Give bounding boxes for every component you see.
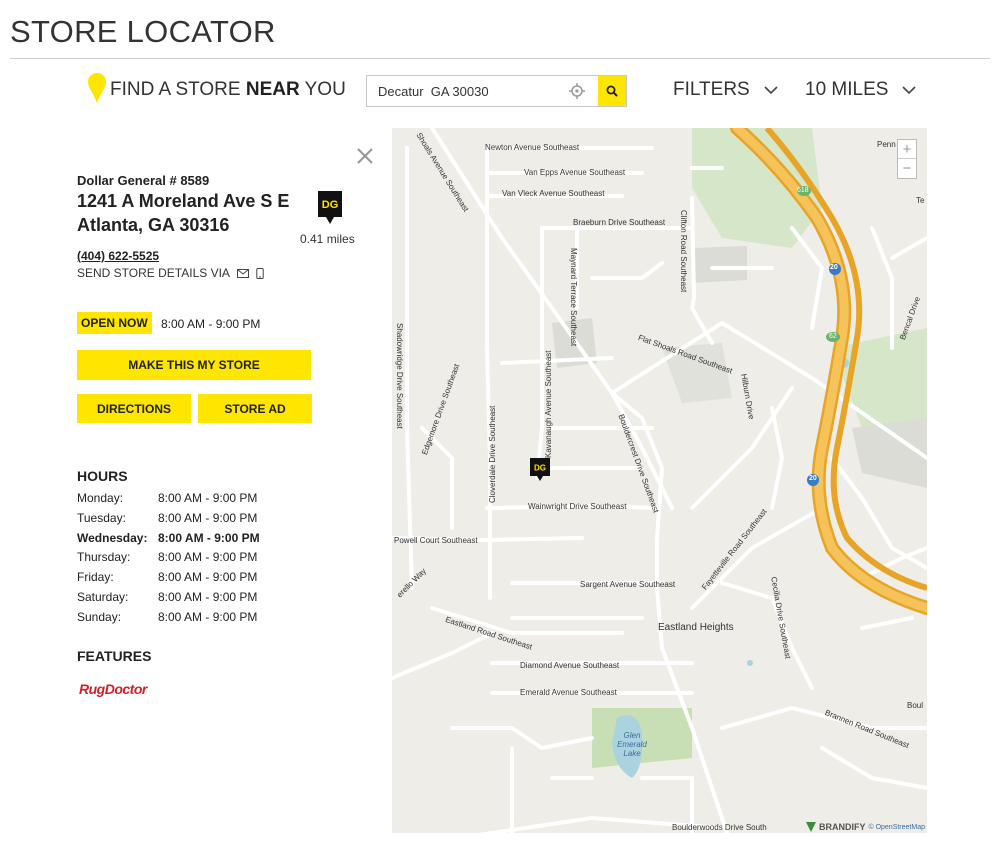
hours-time: 8:00 AM - 9:00 PM — [158, 510, 258, 525]
dg-logo-marker: DG — [318, 191, 342, 230]
zoom-controls: + − — [897, 139, 917, 179]
map-label-powell: Powell Court Southeast — [394, 536, 478, 545]
hours-day: Wednesday: — [77, 530, 148, 545]
find-store-label: FIND A STORE NEAR YOU — [110, 79, 346, 101]
osm-attribution[interactable]: © OpenStreetMap — [868, 824, 925, 831]
map-label-boulderwoods: Boulderwoods Drive South — [672, 823, 767, 832]
filters-dropdown[interactable]: FILTERS — [673, 79, 778, 101]
phone-link[interactable]: (404) 622-5525 — [77, 249, 159, 263]
hours-time: 8:00 AM - 9:00 PM — [158, 530, 260, 545]
map-label-kavanaugh: Kavanaugh Avenue Southeast — [544, 350, 553, 459]
map-label-glenemerald: Glen Emerald Lake — [617, 731, 647, 758]
search-button[interactable] — [598, 76, 626, 106]
find-store-bold: NEAR — [245, 79, 300, 100]
hours-day: Sunday: — [77, 609, 122, 624]
map-label-62: 62 — [829, 333, 837, 340]
search-icon — [606, 85, 618, 97]
map-label-boulevard: Boul — [907, 701, 924, 710]
store-distance: 0.41 miles — [300, 232, 355, 246]
open-hours-today: 8:00 AM - 9:00 PM — [161, 317, 261, 331]
hours-day: Friday: — [77, 570, 114, 585]
hours-row: Monday: 8:00 AM - 9:00 PM — [77, 491, 260, 511]
map-label-618: 618 — [797, 187, 809, 194]
hours-row-today: Wednesday: 8:00 AM - 9:00 PM — [77, 531, 260, 551]
features-title: FEATURES — [77, 648, 152, 664]
map-pin-text: DG — [534, 464, 546, 473]
brandify-logo-icon — [805, 822, 816, 832]
map-label-maynard: Maynard Terrace Southeast — [569, 248, 578, 347]
zoom-out-button[interactable]: − — [898, 159, 916, 178]
rugdoctor-logo: RugDoctor — [79, 681, 147, 697]
map-label-shadowridge: Shadowridge Drive Southeast — [395, 323, 404, 429]
hours-list: Monday: 8:00 AM - 9:00 PM Tuesday: 8:00 AM… — [77, 491, 260, 630]
hours-day: Thursday: — [77, 550, 131, 565]
dg-logo-text: DG — [322, 199, 339, 211]
map-roads — [392, 128, 927, 833]
map-label-te: Te — [916, 196, 925, 205]
hours-time: 8:00 AM - 9:00 PM — [158, 589, 258, 604]
hours-time: 8:00 AM - 9:00 PM — [158, 491, 258, 505]
hours-row: Sunday: 8:00 AM - 9:00 PM — [77, 610, 260, 630]
store-details-panel: Dollar General # 8589 1241 A Moreland Av… — [0, 128, 392, 838]
map-label-sargent: Sargent Avenue Southeast — [580, 580, 676, 589]
map-label-diamond: Diamond Avenue Southeast — [520, 661, 620, 670]
brandify-text: BRANDIFY — [818, 822, 866, 832]
store-street: 1241 A Moreland Ave S E — [77, 191, 290, 211]
radius-label: 10 MILES — [805, 79, 889, 100]
map-label-vanvleck: Van Vleck Avenue Southeast — [502, 189, 605, 198]
map-attribution: BRANDIFY © OpenStreetMap — [805, 822, 925, 832]
chevron-down-icon — [764, 86, 778, 95]
map-label-braeburn: Braeburn Drive Southeast — [573, 218, 666, 227]
close-icon[interactable] — [355, 146, 375, 166]
hours-row: Tuesday: 8:00 AM - 9:00 PM — [77, 511, 260, 531]
find-store-prefix: FIND A STORE — [110, 79, 246, 100]
open-now-badge: OPEN NOW — [77, 312, 152, 334]
store-ad-button[interactable]: STORE AD — [198, 394, 312, 423]
locate-me-icon[interactable] — [569, 83, 585, 99]
map-label-wainwright: Wainwright Drive Southeast — [528, 502, 627, 511]
send-details-row: SEND STORE DETAILS VIA — [77, 266, 264, 280]
map-label-eastlandheights: Eastland Heights — [658, 622, 734, 633]
map-label-newton: Newton Avenue Southeast — [485, 143, 580, 152]
filters-label: FILTERS — [673, 79, 750, 100]
store-map-pin[interactable]: DG — [530, 458, 550, 487]
hours-row: Saturday: 8:00 AM - 9:00 PM — [77, 590, 260, 610]
chevron-down-icon — [902, 86, 917, 95]
map-label-vanepps: Van Epps Avenue Southeast — [524, 168, 626, 177]
map-label-clifton: Clifton Road Southeast — [679, 210, 688, 293]
search-bar: FIND A STORE NEAR YOU FILTERS 10 MILES — [0, 70, 1000, 112]
store-city: Atlanta, GA 30316 — [77, 215, 230, 235]
hours-time: 8:00 AM - 9:00 PM — [158, 609, 258, 624]
make-my-store-button[interactable]: MAKE THIS MY STORE — [77, 350, 311, 380]
map-label-i20a: 20 — [830, 264, 838, 271]
hours-row: Friday: 8:00 AM - 9:00 PM — [77, 570, 260, 590]
hours-day: Tuesday: — [77, 510, 126, 525]
radius-dropdown[interactable]: 10 MILES — [805, 79, 917, 101]
hours-time: 8:00 AM - 9:00 PM — [158, 550, 258, 565]
send-details-label: SEND STORE DETAILS VIA — [77, 266, 230, 280]
map-label-i20b: 20 — [809, 475, 817, 482]
store-number: Dollar General # 8589 — [77, 173, 210, 188]
hours-day: Monday: — [77, 491, 124, 505]
phone-icon[interactable] — [256, 267, 264, 279]
hours-day: Saturday: — [77, 589, 129, 604]
page-title: STORE LOCATOR — [10, 14, 276, 49]
hours-time: 8:00 AM - 9:00 PM — [158, 570, 258, 585]
search-field — [366, 75, 627, 107]
hours-title: HOURS — [77, 468, 128, 484]
store-map[interactable]: Newton Avenue Southeast Van Epps Avenue … — [392, 128, 927, 833]
directions-button[interactable]: DIRECTIONS — [77, 394, 191, 423]
map-label-cloverdale: Cloverdale Drive Southeast — [488, 405, 497, 503]
hours-row: Thursday: 8:00 AM - 9:00 PM — [77, 550, 260, 570]
zoom-in-button[interactable]: + — [898, 140, 916, 159]
map-label-penn: Penn — [877, 140, 896, 149]
location-pin-icon — [88, 73, 106, 103]
map-label-emerald: Emerald Avenue Southeast — [520, 688, 617, 697]
find-store-suffix: YOU — [299, 79, 346, 100]
email-icon[interactable] — [236, 268, 249, 278]
search-input[interactable] — [367, 76, 577, 106]
title-divider — [10, 58, 990, 59]
